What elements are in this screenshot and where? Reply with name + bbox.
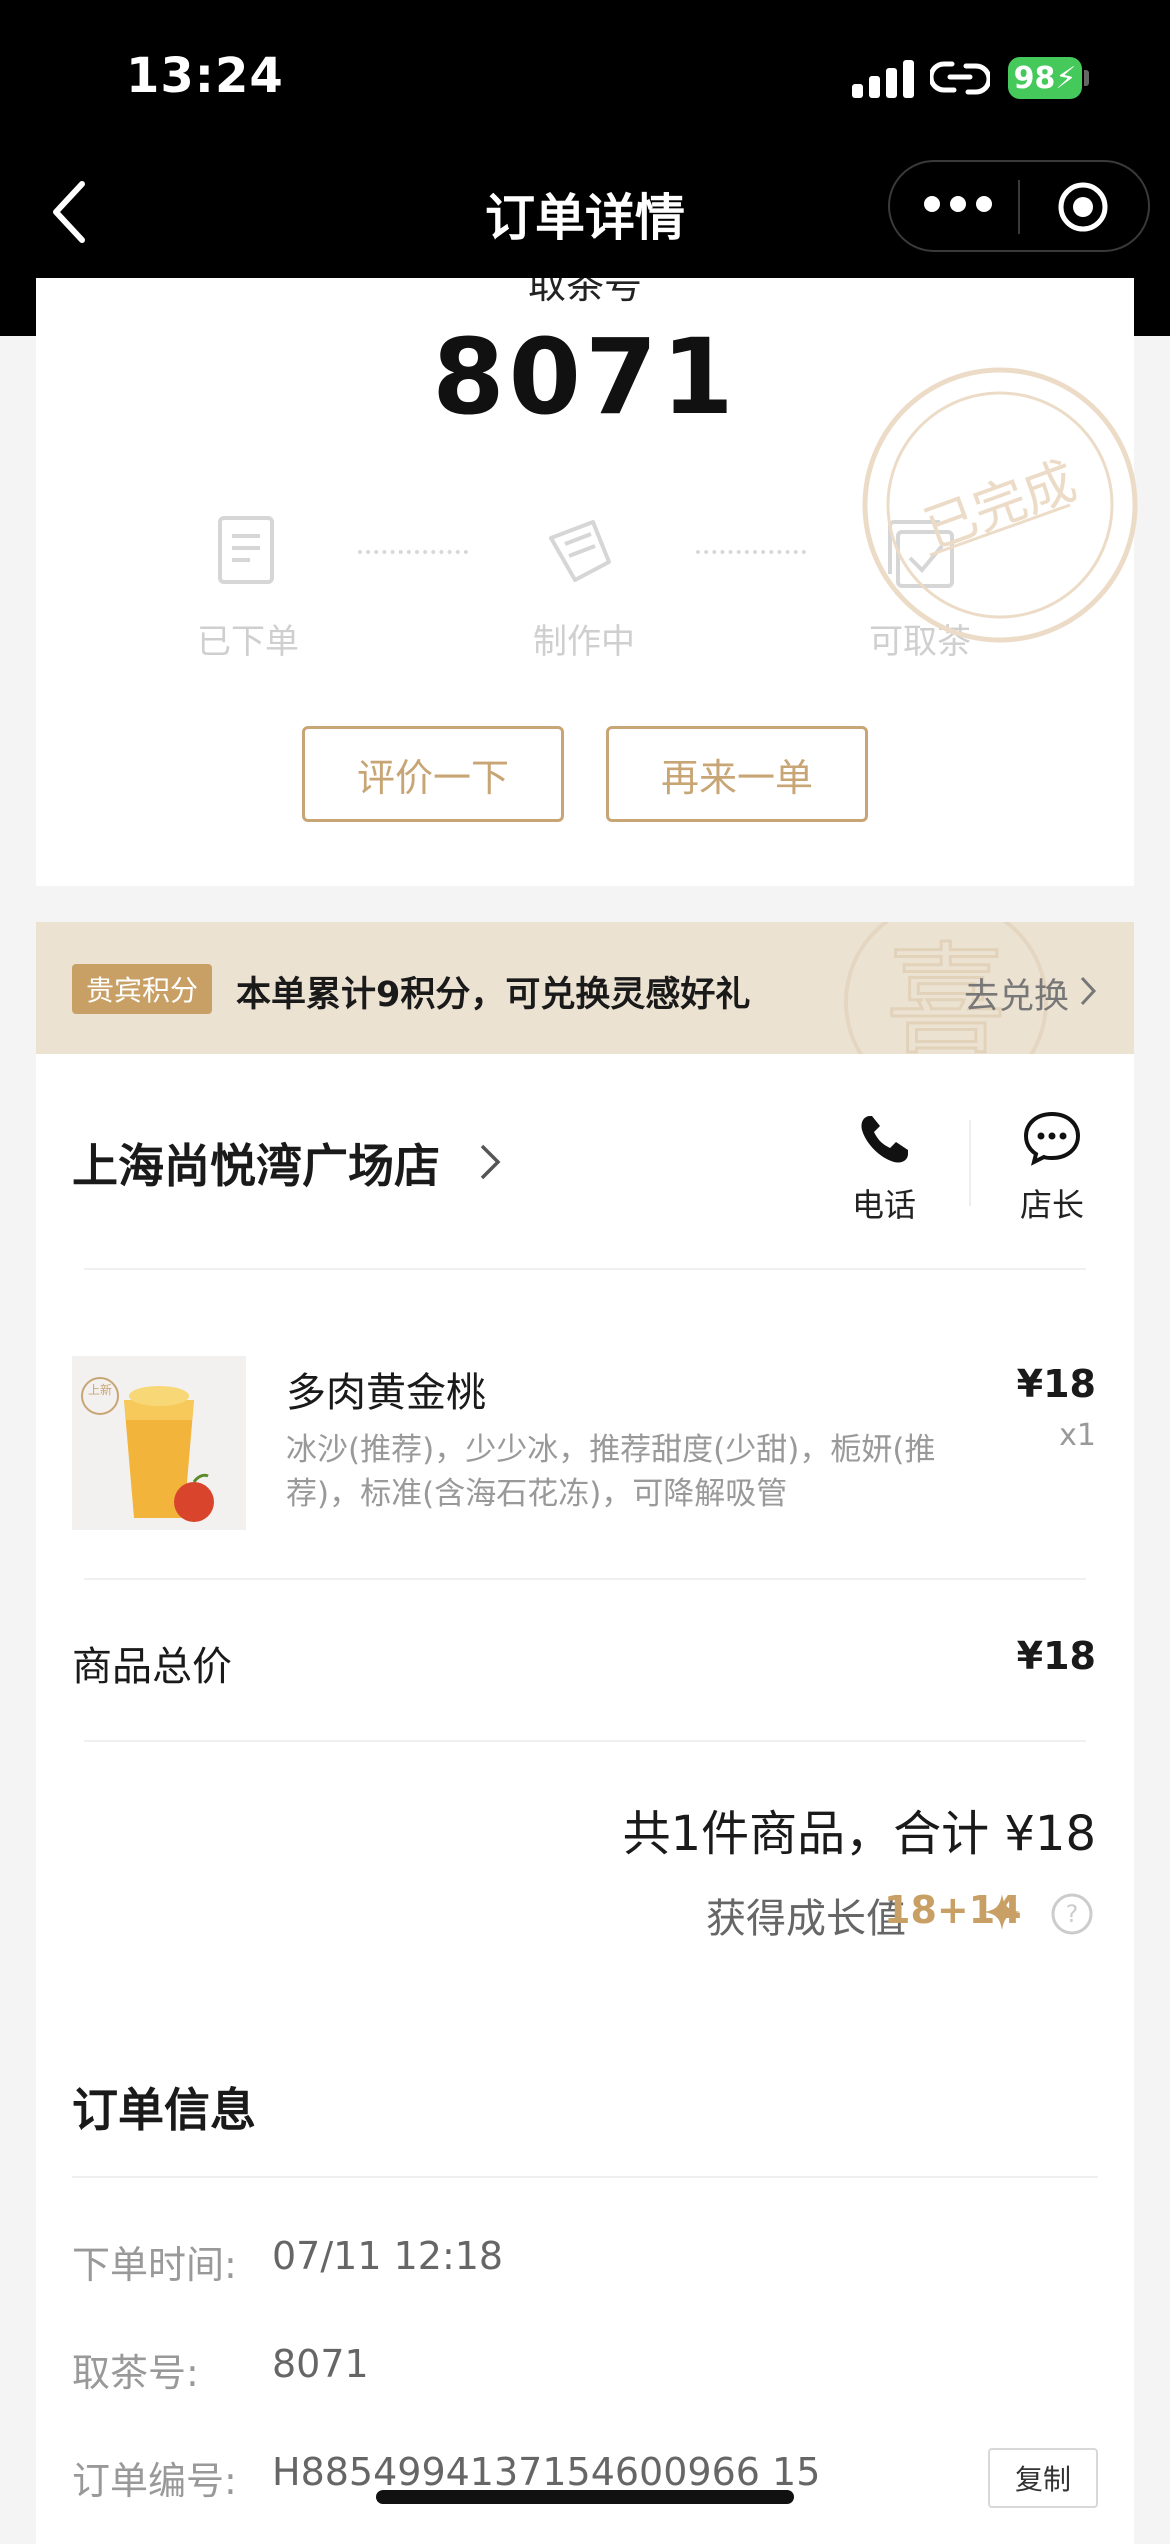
order-info-card: 订单信息 下单时间: 07/11 12:18 取茶号: 8071 订单编号: H… <box>36 1984 1134 2544</box>
product-options: 冰沙(推荐)，少少冰，推荐甜度(少甜)，栀妍(推荐)，标准(含海石花冻)，可降解… <box>286 1432 936 1512</box>
battery-icon: 98 ⚡ <box>1008 57 1082 99</box>
vip-points-badge: 贵宾积分 <box>72 964 213 1014</box>
pickup-number-value: 8071 <box>272 2342 369 2386</box>
step-label-placed: 已下单 <box>197 622 299 662</box>
pickup-number-label: 取茶号: <box>72 2351 199 2395</box>
home-indicator <box>376 2490 794 2504</box>
store-name[interactable]: 上海尚悦湾广场店 <box>72 1130 440 1196</box>
reorder-button[interactable]: 再来一单 <box>606 726 868 822</box>
link-icon <box>930 61 990 95</box>
phone-icon[interactable] <box>856 1112 912 1168</box>
subtotal-value: ¥18 <box>1016 1634 1096 1678</box>
manager-label[interactable]: 店长 <box>990 1180 1114 1226</box>
order-total: 共1件商品，合计 ¥18 <box>622 1806 1096 1862</box>
completed-stamp-icon: 已完成 <box>862 367 1138 643</box>
battery-tip <box>1084 70 1089 86</box>
sparkle-icon <box>984 1894 1020 1930</box>
pickup-label: 取茶号 <box>527 278 642 307</box>
divider <box>84 1268 1086 1270</box>
chevron-right-icon[interactable] <box>476 1140 504 1184</box>
stamp-text: 已完成 <box>917 451 1084 561</box>
phone-label[interactable]: 电话 <box>822 1180 946 1226</box>
divider <box>72 2176 1098 2178</box>
order-info-title: 订单信息 <box>72 2083 256 2137</box>
divider <box>969 1120 971 1206</box>
order-time-label: 下单时间: <box>72 2243 237 2287</box>
product-image: 上新 <box>72 1356 246 1530</box>
points-banner[interactable]: 喜 贵宾积分 本单累计9积分，可兑换灵感好礼 去兑换 <box>36 922 1134 1054</box>
drink-image: 上新 <box>81 1377 214 1522</box>
order-time-value: 07/11 12:18 <box>272 2234 504 2278</box>
review-button[interactable]: 评价一下 <box>302 726 564 822</box>
divider <box>84 1578 1086 1580</box>
battery-level: 98 <box>1013 60 1056 96</box>
points-message: 本单累计9积分，可兑换灵感好礼 <box>236 975 751 1015</box>
capsule-divider <box>1018 180 1020 234</box>
chevron-right-icon <box>1080 976 1097 1006</box>
making-icon <box>549 520 611 582</box>
order-card: 上海尚悦湾广场店 电话 店长 上新 多肉黄金桃 冰沙(推荐)，少少冰，推荐甜度(… <box>36 1054 1134 1994</box>
help-icon[interactable]: ? <box>1050 1892 1094 1936</box>
cellular-signal-icon <box>852 58 914 98</box>
product-quantity: x1 <box>1059 1418 1096 1453</box>
step-connector <box>696 550 806 554</box>
step-label-making: 制作中 <box>533 622 635 662</box>
product-image-badge: 上新 <box>88 1382 112 1397</box>
order-id-value: H8854994137154600966 15 <box>272 2450 821 2494</box>
close-miniapp-icon[interactable] <box>1056 180 1110 234</box>
copy-button[interactable]: 复制 <box>988 2448 1098 2508</box>
more-dots-icon[interactable] <box>924 196 994 216</box>
growth-label: 获得成长值 <box>706 1896 906 1942</box>
divider <box>84 1740 1086 1742</box>
product-price: ¥18 <box>1016 1362 1096 1406</box>
subtotal-label: 商品总价 <box>72 1644 232 1690</box>
product-name: 多肉黄金桃 <box>286 1370 486 1416</box>
chat-icon[interactable] <box>1022 1110 1082 1166</box>
step-connector <box>358 550 468 554</box>
status-time: 13:24 <box>126 48 284 104</box>
svg-text:?: ? <box>1066 1900 1079 1928</box>
order-placed-icon <box>218 516 274 584</box>
redeem-link[interactable]: 去兑换 <box>964 968 1069 1019</box>
order-id-label: 订单编号: <box>72 2459 237 2503</box>
